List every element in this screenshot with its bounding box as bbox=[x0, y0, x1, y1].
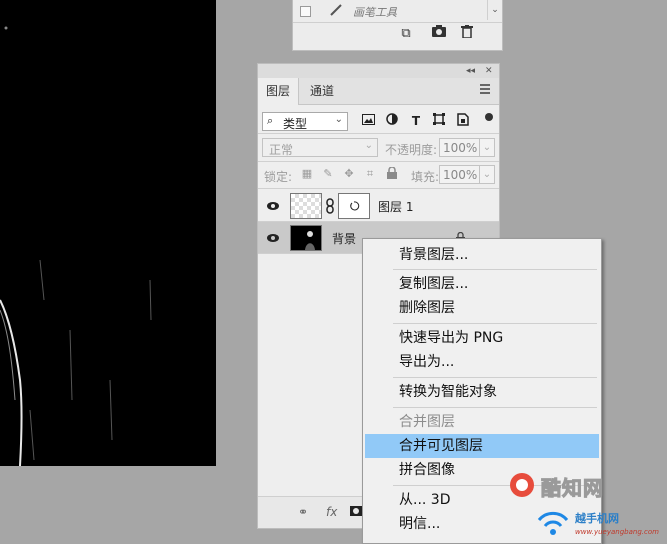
menu-item-merge-layers[interactable]: 合并图层 bbox=[365, 410, 599, 434]
blend-mode-select[interactable]: 正常 ⌄ bbox=[262, 138, 378, 157]
layer-name[interactable]: 背景 bbox=[332, 230, 356, 247]
smartobject-filter-icon[interactable] bbox=[455, 113, 471, 129]
watermark-logo-icon bbox=[510, 473, 534, 497]
layer-filter-select[interactable]: ⌕ 类型 ⌄ bbox=[262, 112, 348, 131]
watermark-name: 酷知网 bbox=[541, 476, 604, 501]
watermark-wifi-icon bbox=[537, 511, 569, 535]
menu-item-convert-smart-object[interactable]: 转换为智能对象 bbox=[365, 380, 599, 404]
chevron-down-icon: ⌄ bbox=[364, 140, 373, 151]
filter-kind-label: 类型 bbox=[283, 117, 308, 131]
divider bbox=[258, 161, 499, 162]
image-filter-icon[interactable] bbox=[360, 113, 376, 129]
menu-item-duplicate-layer[interactable]: 复制图层... bbox=[365, 272, 599, 296]
brush-presets-panel: 画笔工具 ⌄ ⧉ bbox=[292, 0, 503, 51]
menu-item-export-as[interactable]: 导出为... bbox=[365, 350, 599, 374]
panel-menu-icon[interactable] bbox=[480, 84, 490, 94]
shape-filter-icon[interactable] bbox=[431, 113, 447, 129]
fx-icon[interactable]: fx bbox=[326, 505, 337, 519]
lock-image-icon[interactable]: ✎ bbox=[321, 167, 335, 181]
lock-transparent-icon[interactable]: ▦ bbox=[300, 167, 314, 181]
link-layers-icon[interactable]: ⚭ bbox=[298, 505, 308, 519]
tab-layers[interactable]: 图层 bbox=[258, 78, 300, 105]
search-icon: ⌕ bbox=[267, 114, 274, 127]
adjustment-filter-icon[interactable] bbox=[384, 113, 400, 129]
menu-item-background-layer[interactable]: 背景图层... bbox=[365, 243, 599, 267]
new-preset-icon[interactable]: ⧉ bbox=[397, 25, 415, 43]
link-icon[interactable] bbox=[325, 198, 335, 217]
eye-icon[interactable] bbox=[267, 200, 279, 212]
blend-mode-value: 正常 bbox=[269, 143, 294, 157]
mask-icon[interactable] bbox=[350, 505, 362, 519]
lock-position-icon[interactable]: ✥ bbox=[342, 167, 356, 181]
tab-channels[interactable]: 通道 bbox=[302, 78, 342, 104]
type-filter-icon[interactable]: T bbox=[408, 113, 424, 129]
collapse-icon[interactable]: ◂◂ bbox=[466, 64, 475, 78]
panel-tabs: 图层 通道 bbox=[258, 78, 499, 105]
document-canvas[interactable] bbox=[0, 0, 216, 466]
lock-artboard-icon[interactable]: ⌗ bbox=[363, 167, 377, 181]
menu-item-merge-visible[interactable]: 合并可见图层 bbox=[365, 434, 599, 458]
menu-separator bbox=[393, 269, 597, 270]
layer-thumbnail bbox=[290, 225, 322, 251]
eye-icon[interactable] bbox=[267, 232, 279, 244]
menu-separator bbox=[393, 377, 597, 378]
menu-separator bbox=[393, 323, 597, 324]
lock-label: 锁定: bbox=[264, 170, 293, 184]
chevron-down-icon[interactable]: ⌄ bbox=[479, 139, 494, 156]
watermark: 酷知网 越手机网 www.yueyangbang.com bbox=[505, 466, 667, 544]
brush-preset-row[interactable]: 画笔工具 ⌄ bbox=[293, 0, 502, 23]
close-icon[interactable]: ✕ bbox=[485, 64, 493, 78]
layer-mask-thumbnail[interactable] bbox=[338, 193, 370, 219]
canvas-image bbox=[0, 26, 152, 466]
opacity-label: 不透明度: bbox=[385, 143, 438, 157]
menu-item-delete-layer[interactable]: 删除图层 bbox=[365, 296, 599, 320]
lock-all-icon[interactable] bbox=[385, 166, 399, 181]
fill-value: 100% bbox=[443, 168, 478, 182]
camera-icon[interactable] bbox=[430, 25, 448, 43]
layer-name[interactable]: 图层 1 bbox=[378, 198, 413, 215]
layer-thumbnail bbox=[290, 193, 322, 219]
filter-toggle[interactable] bbox=[485, 113, 493, 121]
opacity-value: 100% bbox=[443, 141, 478, 155]
menu-separator bbox=[393, 407, 597, 408]
watermark-line2: 越手机网 bbox=[575, 512, 619, 525]
fill-field[interactable]: 100% ⌄ bbox=[439, 165, 495, 184]
divider bbox=[258, 133, 499, 134]
trash-icon[interactable] bbox=[458, 25, 476, 43]
chevron-down-icon[interactable]: ⌄ bbox=[479, 166, 494, 183]
layer-row[interactable]: 图层 1 bbox=[258, 190, 499, 222]
chevron-up-icon[interactable]: ⌄ bbox=[487, 0, 502, 20]
opacity-field[interactable]: 100% ⌄ bbox=[439, 138, 495, 157]
watermark-url: www.yueyangbang.com bbox=[575, 528, 659, 536]
panel-titlebar: ◂◂ ✕ bbox=[258, 64, 499, 78]
divider bbox=[258, 188, 499, 189]
fill-label: 填充: bbox=[411, 170, 440, 184]
menu-item-quick-export-png[interactable]: 快速导出为 PNG bbox=[365, 326, 599, 350]
chevron-down-icon: ⌄ bbox=[334, 114, 343, 125]
brush-preset-label: 画笔工具 bbox=[353, 6, 397, 19]
brush-preset-checkbox[interactable] bbox=[300, 6, 311, 17]
brush-icon bbox=[329, 3, 343, 20]
